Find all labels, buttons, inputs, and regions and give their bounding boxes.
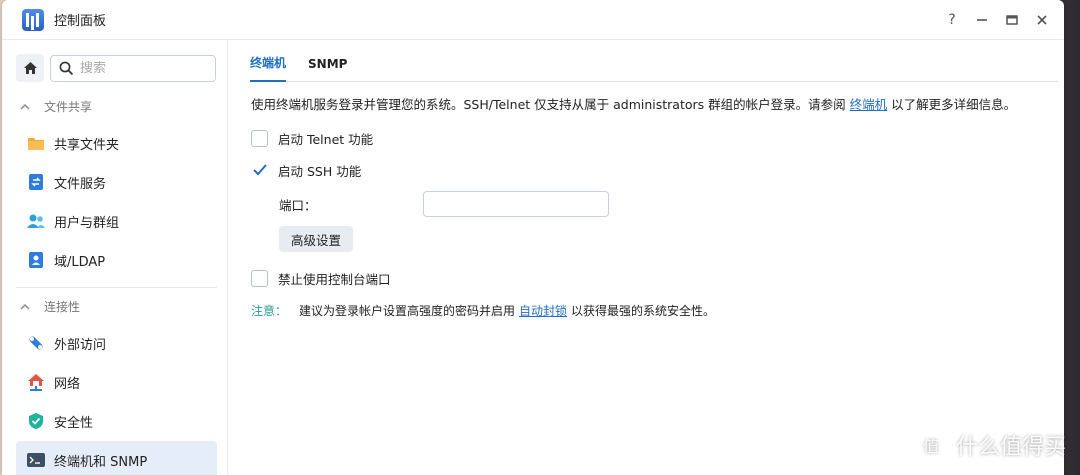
sidebar-item-shared-folder[interactable]: 共享文件夹 — [16, 124, 217, 162]
port-label: 端口： — [279, 197, 317, 213]
sidebar-item-label: 安全性 — [54, 415, 94, 431]
security-icon — [26, 411, 46, 431]
network-icon — [26, 372, 46, 392]
search-icon — [59, 61, 74, 75]
port-input[interactable] — [423, 191, 609, 217]
terminal-help-link[interactable]: 终端机 — [850, 97, 888, 112]
sidebar-item-label: 外部访问 — [54, 337, 107, 353]
close-icon — [1037, 14, 1047, 25]
search-row — [2, 40, 227, 82]
search-box[interactable] — [50, 54, 216, 82]
external-access-icon — [26, 333, 46, 353]
ssh-checkbox[interactable] — [251, 161, 268, 179]
sidebar-item-external-access[interactable]: 外部访问 — [16, 324, 217, 362]
telnet-label: 启动 Telnet 功能 — [278, 131, 374, 147]
watermark: 值 什么值得买 — [915, 429, 1066, 461]
auto-block-link[interactable]: 自动封锁 — [519, 302, 567, 319]
sidebar-item-domain-ldap[interactable]: 域/LDAP — [16, 241, 217, 279]
control-panel-app-icon — [22, 8, 44, 31]
section-label: 连接性 — [44, 299, 81, 314]
terminal-settings: 使用终端机服务登录并管理您的系统。SSH/Telnet 仅支持从属于 admin… — [229, 82, 1064, 319]
ssh-row: 启动 SSH 功能 — [251, 160, 1064, 180]
title-bar: 控制面板 ? — [2, 0, 1064, 40]
sidebar-item-network[interactable]: 网络 — [16, 363, 217, 401]
control-panel-window: 控制面板 ? 文件共享 — [2, 0, 1064, 475]
port-row: 端口： — [251, 190, 1064, 218]
console-port-label: 禁止使用控制台端口 — [278, 271, 391, 287]
chevron-up-icon — [20, 103, 30, 109]
console-row: 禁止使用控制台端口 — [251, 268, 1064, 288]
note-text: 建议为登录帐户设置高强度的密码并启用 — [299, 304, 516, 318]
sidebar-item-label: 共享文件夹 — [54, 137, 120, 153]
note-suffix: 以获得最强的系统安全性。 — [571, 304, 716, 318]
sidebar-item-label: 终端机和 SNMP — [54, 454, 148, 470]
minimize-icon — [977, 18, 987, 21]
domain-ldap-icon — [26, 250, 46, 270]
maximize-icon — [1006, 14, 1018, 25]
maximize-button[interactable] — [1004, 12, 1020, 28]
telnet-checkbox[interactable] — [251, 129, 268, 147]
description-text: 使用终端机服务登录并管理您的系统。SSH/Telnet 仅支持从属于 admin… — [251, 97, 846, 112]
sidebar-item-label: 域/LDAP — [54, 254, 106, 270]
checkmark-icon — [252, 164, 267, 176]
security-note: 注意： 建议为登录帐户设置高强度的密码并启用 自动封锁 以获得最强的系统安全性。 — [251, 302, 1064, 319]
section-label: 文件共享 — [44, 99, 93, 114]
tab-bar: 终端机 SNMP — [250, 40, 1058, 82]
console-port-checkbox[interactable] — [251, 269, 268, 287]
description-suffix: 以了解更多详细信息。 — [891, 97, 1017, 112]
window-controls: ? — [944, 12, 1050, 28]
telnet-row: 启动 Telnet 功能 — [251, 128, 1064, 148]
sidebar-item-file-services[interactable]: 文件服务 — [16, 163, 217, 201]
home-button[interactable] — [16, 54, 44, 82]
file-services-icon — [26, 172, 46, 192]
tab-terminal[interactable]: 终端机 — [250, 54, 287, 82]
sidebar-item-terminal-snmp[interactable]: 终端机和 SNMP — [16, 441, 217, 475]
sidebar-item-label: 网络 — [54, 376, 81, 392]
sidebar: 文件共享 共享文件夹 文件服务 用户与群组 域/LDAP — [2, 40, 228, 475]
sidebar-item-label: 文件服务 — [54, 176, 107, 192]
terminal-icon — [26, 450, 46, 470]
help-button[interactable]: ? — [944, 12, 960, 28]
watermark-logo: 值 — [915, 430, 946, 460]
minimize-button[interactable] — [974, 12, 990, 28]
users-groups-icon — [26, 211, 46, 231]
chevron-up-icon — [20, 303, 30, 309]
sidebar-item-label: 用户与群组 — [54, 215, 120, 231]
advanced-settings-button[interactable]: 高级设置 — [279, 226, 354, 252]
sidebar-item-security[interactable]: 安全性 — [16, 402, 217, 440]
section-header-file-sharing[interactable]: 文件共享 — [2, 88, 227, 124]
note-label: 注意： — [251, 304, 288, 318]
shared-folder-icon — [26, 133, 46, 153]
watermark-text: 什么值得买 — [955, 435, 1066, 460]
main-panel: 终端机 SNMP 使用终端机服务登录并管理您的系统。SSH/Telnet 仅支持… — [229, 40, 1064, 475]
search-input[interactable] — [80, 60, 200, 76]
section-header-connectivity[interactable]: 连接性 — [2, 288, 227, 324]
tab-snmp[interactable]: SNMP — [308, 57, 347, 81]
home-icon — [23, 62, 37, 74]
description: 使用终端机服务登录并管理您的系统。SSH/Telnet 仅支持从属于 admin… — [251, 96, 1064, 114]
sidebar-item-users-groups[interactable]: 用户与群组 — [16, 202, 217, 240]
close-button[interactable] — [1034, 12, 1050, 28]
ssh-label: 启动 SSH 功能 — [278, 163, 362, 179]
window-title: 控制面板 — [54, 14, 107, 29]
